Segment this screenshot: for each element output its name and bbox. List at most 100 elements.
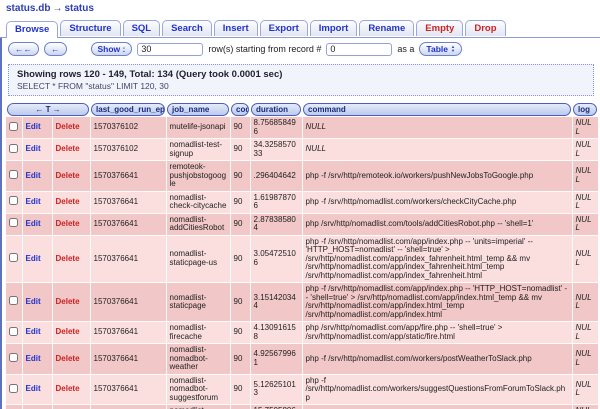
table-row: Edit Delete 1570376102 nomadlist-test-si…: [6, 139, 598, 161]
cell-job-name: remoteok-pushjobstogoogle: [166, 161, 230, 192]
row-checkbox[interactable]: [9, 296, 18, 305]
column-header-job-name[interactable]: job_name: [167, 103, 229, 116]
breadcrumb-db-link[interactable]: status.db: [6, 3, 50, 14]
delete-link[interactable]: Delete: [56, 144, 80, 153]
row-checkbox[interactable]: [9, 384, 18, 393]
table-row: Edit Delete 1570376641 nomadlist-staticp…: [6, 235, 598, 283]
row-checkbox[interactable]: [9, 327, 18, 336]
action-column-header[interactable]: ← T →: [7, 103, 89, 116]
cell-last-good-run-epoch: 1570376641: [90, 213, 166, 235]
cell-code: 90: [230, 213, 250, 235]
cell-last-good-run-epoch: 1570376641: [90, 322, 166, 344]
delete-link[interactable]: Delete: [56, 219, 80, 228]
delete-link[interactable]: Delete: [56, 354, 80, 363]
tab-browse[interactable]: Browse: [6, 21, 58, 38]
cell-command: php -f /srv/http/nomadlist.com/workers/p…: [302, 344, 572, 375]
tab-structure[interactable]: Structure: [60, 20, 120, 36]
delete-link[interactable]: Delete: [56, 122, 80, 131]
cell-command: php -f /srv/http/nomadlist.com/workers/s…: [302, 374, 572, 405]
column-header-last-good-run-epoch[interactable]: last_good_run_epoch: [91, 103, 165, 116]
cell-duration: 1.619878706: [250, 191, 302, 213]
delete-link[interactable]: Delete: [56, 384, 80, 393]
query-result-box: Showing rows 120 - 149, Total: 134 (Quer…: [8, 64, 594, 96]
edit-link[interactable]: Edit: [26, 254, 41, 263]
table-header-row: ← T → last_good_run_epoch job_name code …: [6, 102, 598, 117]
edit-link[interactable]: Edit: [26, 197, 41, 206]
cell-code: 90: [230, 117, 250, 139]
cell-duration: 34.325857033: [250, 139, 302, 161]
edit-link[interactable]: Edit: [26, 327, 41, 336]
results-table: ← T → last_good_run_epoch job_name code …: [6, 102, 599, 409]
cell-code: 90: [230, 139, 250, 161]
show-button[interactable]: Show :: [91, 42, 133, 56]
row-checkbox[interactable]: [9, 353, 18, 362]
breadcrumb-table-link[interactable]: status: [64, 3, 93, 14]
cell-last-good-run-epoch: 1570376641: [90, 161, 166, 192]
tab-drop[interactable]: Drop: [465, 20, 505, 36]
cell-last-good-run-epoch: 1570376102: [90, 117, 166, 139]
start-record-input[interactable]: [326, 43, 392, 56]
view-mode-select[interactable]: Table ▲▼: [419, 42, 462, 56]
main-frame: ←← ← Show : row(s) starting from record …: [0, 38, 600, 409]
nav-first-button[interactable]: ←←: [8, 42, 39, 56]
cell-log: NULL: [572, 213, 598, 235]
num-rows-input[interactable]: [137, 43, 203, 56]
cell-duration: 2.878385804: [250, 213, 302, 235]
column-header-code[interactable]: code: [231, 103, 249, 116]
delete-link[interactable]: Delete: [56, 254, 80, 263]
cell-command: php /srv/http/nomadlist.com/app/fire.php…: [302, 322, 572, 344]
tab-insert[interactable]: Insert: [214, 20, 258, 36]
cell-log: NULL: [572, 191, 598, 213]
cell-duration: 4.925679961: [250, 344, 302, 375]
row-checkbox[interactable]: [9, 253, 18, 262]
edit-link[interactable]: Edit: [26, 297, 41, 306]
cell-command: php -f /srv/http/nomadlist.com/workers/c…: [302, 191, 572, 213]
column-header-command[interactable]: command: [303, 103, 571, 116]
cell-log: NULL: [572, 235, 598, 283]
edit-link[interactable]: Edit: [26, 122, 41, 131]
delete-link[interactable]: Delete: [56, 297, 80, 306]
cell-code: 90: [230, 405, 250, 409]
column-header-duration[interactable]: duration: [251, 103, 301, 116]
cell-duration: 8.756858496: [250, 117, 302, 139]
view-mode-value: Table: [426, 44, 448, 54]
cell-command: php -f /srv/http/nomadlist.com/workers/r…: [302, 405, 572, 409]
tab-export[interactable]: Export: [260, 20, 308, 36]
delete-link[interactable]: Delete: [56, 327, 80, 336]
tab-empty[interactable]: Empty: [416, 20, 463, 36]
table-row: Edit Delete 1570376641 nomadlist-nomadbo…: [6, 344, 598, 375]
cell-job-name: nomadlist-firecache: [166, 322, 230, 344]
cell-log: NULL: [572, 117, 598, 139]
tab-rename[interactable]: Rename: [359, 20, 414, 36]
tab-import[interactable]: Import: [310, 20, 358, 36]
cell-code: 90: [230, 161, 250, 192]
edit-link[interactable]: Edit: [26, 144, 41, 153]
delete-link[interactable]: Delete: [56, 171, 80, 180]
edit-link[interactable]: Edit: [26, 354, 41, 363]
row-checkbox[interactable]: [9, 196, 18, 205]
delete-link[interactable]: Delete: [56, 197, 80, 206]
cell-log: NULL: [572, 283, 598, 322]
column-header-log[interactable]: log: [573, 103, 597, 116]
nav-prev-button[interactable]: ←: [44, 42, 67, 56]
table-row: Edit Delete 1570376641 nomadlist-firecac…: [6, 322, 598, 344]
cell-command: php -f /srv/http/nomadlist.com/app/index…: [302, 235, 572, 283]
breadcrumb: status.db→status: [0, 0, 600, 16]
table-row: Edit Delete 1570376641 nomadlist-robomod…: [6, 405, 598, 409]
table-row: Edit Delete 1570376641 nomadlist-staticp…: [6, 283, 598, 322]
cell-code: 90: [230, 374, 250, 405]
cell-log: NULL: [572, 322, 598, 344]
row-checkbox[interactable]: [9, 218, 18, 227]
cell-job-name: nomadlist-staticpage: [166, 283, 230, 322]
row-checkbox[interactable]: [9, 170, 18, 179]
edit-link[interactable]: Edit: [26, 219, 41, 228]
row-checkbox[interactable]: [9, 122, 18, 131]
breadcrumb-arrow-icon: →: [50, 3, 64, 14]
edit-link[interactable]: Edit: [26, 384, 41, 393]
edit-link[interactable]: Edit: [26, 171, 41, 180]
cell-code: 90: [230, 344, 250, 375]
row-checkbox[interactable]: [9, 144, 18, 153]
tab-search[interactable]: Search: [162, 20, 212, 36]
tab-sql[interactable]: SQL: [123, 20, 161, 36]
cell-job-name: nomadlist-test-signup: [166, 139, 230, 161]
